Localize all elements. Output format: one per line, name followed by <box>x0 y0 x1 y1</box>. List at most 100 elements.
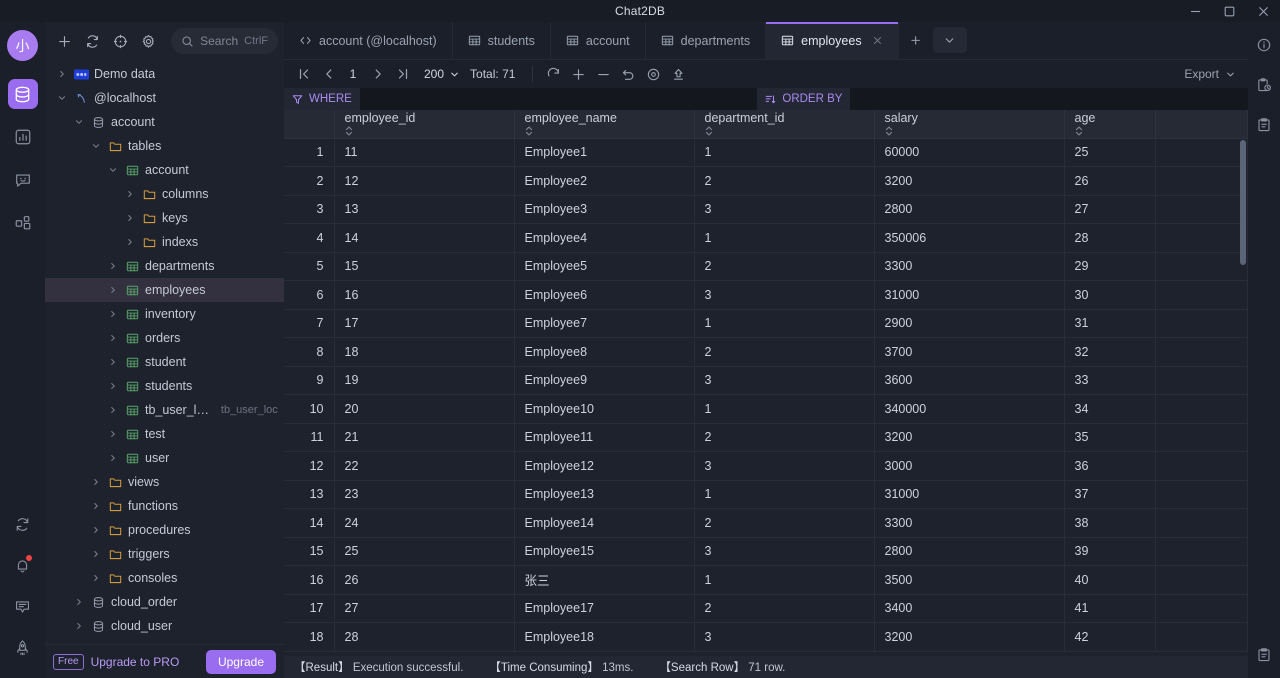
cell-department_id[interactable]: 3 <box>694 537 874 566</box>
chevron-right-icon[interactable] <box>106 357 120 367</box>
cell-salary[interactable]: 2800 <box>874 195 1064 224</box>
chevron-down-icon[interactable] <box>89 141 103 151</box>
cell-age[interactable]: 32 <box>1064 338 1156 367</box>
tree-item-test[interactable]: test <box>45 422 284 446</box>
order-by-input[interactable] <box>850 88 1248 110</box>
chevron-right-icon[interactable] <box>123 237 137 247</box>
cell-age[interactable]: 33 <box>1064 366 1156 395</box>
column-header-department_id[interactable]: department_id <box>694 110 874 138</box>
cell-age[interactable]: 30 <box>1064 281 1156 310</box>
chevron-down-icon[interactable] <box>933 27 967 53</box>
cell-age[interactable]: 36 <box>1064 452 1156 481</box>
chevron-right-icon[interactable] <box>106 381 120 391</box>
cell-age[interactable]: 39 <box>1064 537 1156 566</box>
cell-employee_id[interactable]: 16 <box>334 281 514 310</box>
order-by-button[interactable]: ORDER BY <box>757 88 850 110</box>
tree-item-inventory[interactable]: inventory <box>45 302 284 326</box>
table-row[interactable]: 1222Employee123300036 <box>284 452 1248 481</box>
cell-salary[interactable]: 3400 <box>874 594 1064 623</box>
vertical-scrollbar[interactable] <box>1240 140 1246 265</box>
table-row[interactable]: 111Employee116000025 <box>284 138 1248 167</box>
database-tree[interactable]: Demo data@localhostaccounttablesaccountc… <box>45 60 284 678</box>
next-page-icon[interactable] <box>366 63 389 85</box>
cell-department_id[interactable]: 2 <box>694 338 874 367</box>
chevron-right-icon[interactable] <box>55 69 69 79</box>
page-size-select[interactable]: 200 <box>424 67 460 81</box>
cell-department_id[interactable]: 3 <box>694 195 874 224</box>
cell-employee_id[interactable]: 21 <box>334 423 514 452</box>
tree-item-students[interactable]: students <box>45 374 284 398</box>
cell-employee_name[interactable]: Employee14 <box>514 509 694 538</box>
tree-item-cloud-order[interactable]: cloud_order <box>45 590 284 614</box>
chevron-right-icon[interactable] <box>89 549 103 559</box>
upgrade-link[interactable]: Upgrade to PRO <box>91 655 180 669</box>
cell-age[interactable]: 37 <box>1064 480 1156 509</box>
cell-salary[interactable]: 3000 <box>874 452 1064 481</box>
cell-salary[interactable]: 2900 <box>874 309 1064 338</box>
cell-employee_id[interactable]: 12 <box>334 167 514 196</box>
tab-students[interactable]: students <box>453 22 551 59</box>
chevron-right-icon[interactable] <box>89 501 103 511</box>
cell-employee_id[interactable]: 28 <box>334 623 514 652</box>
cell-employee_id[interactable]: 15 <box>334 252 514 281</box>
sort-toggle-icon[interactable] <box>345 125 504 137</box>
cell-employee_id[interactable]: 27 <box>334 594 514 623</box>
chevron-right-icon[interactable] <box>72 597 86 607</box>
column-header-employee_name[interactable]: employee_name <box>514 110 694 138</box>
cell-employee_name[interactable]: Employee7 <box>514 309 694 338</box>
cell-department_id[interactable]: 1 <box>694 224 874 253</box>
cell-employee_name[interactable]: Employee9 <box>514 366 694 395</box>
cell-employee_id[interactable]: 25 <box>334 537 514 566</box>
search-input[interactable]: Search CtrlF <box>171 28 278 54</box>
cell-age[interactable]: 35 <box>1064 423 1156 452</box>
eye-icon[interactable] <box>642 63 665 85</box>
chevron-right-icon[interactable] <box>106 429 120 439</box>
upload-icon[interactable] <box>667 63 690 85</box>
last-page-icon[interactable] <box>391 63 414 85</box>
table-row[interactable]: 1828Employee183320042 <box>284 623 1248 652</box>
rail-item-notifications[interactable] <box>8 550 38 580</box>
cell-employee_name[interactable]: Employee10 <box>514 395 694 424</box>
rail-item-sync[interactable] <box>8 509 38 539</box>
cell-salary[interactable]: 60000 <box>874 138 1064 167</box>
refresh-icon[interactable] <box>542 63 565 85</box>
cell-employee_id[interactable]: 20 <box>334 395 514 424</box>
undo-icon[interactable] <box>617 63 640 85</box>
rail-item-feedback[interactable] <box>8 591 38 621</box>
cell-age[interactable]: 42 <box>1064 623 1156 652</box>
cell-salary[interactable]: 31000 <box>874 281 1064 310</box>
export-button[interactable]: Export <box>1184 67 1240 81</box>
table-row[interactable]: 818Employee82370032 <box>284 338 1248 367</box>
cell-employee_id[interactable]: 14 <box>334 224 514 253</box>
cell-employee_id[interactable]: 17 <box>334 309 514 338</box>
delete-row-icon[interactable] <box>592 63 615 85</box>
chevron-right-icon[interactable] <box>106 309 120 319</box>
tab-account[interactable]: account <box>551 22 646 59</box>
tree-item-account[interactable]: account <box>45 110 284 134</box>
cell-department_id[interactable]: 2 <box>694 509 874 538</box>
cell-department_id[interactable]: 3 <box>694 452 874 481</box>
cell-department_id[interactable]: 1 <box>694 480 874 509</box>
cell-salary[interactable]: 3300 <box>874 509 1064 538</box>
cell-department_id[interactable]: 2 <box>694 252 874 281</box>
cell-employee_name[interactable]: Employee8 <box>514 338 694 367</box>
column-header-age[interactable]: age <box>1064 110 1156 138</box>
tree-item-orders[interactable]: orders <box>45 326 284 350</box>
cell-employee_id[interactable]: 18 <box>334 338 514 367</box>
tree-item-employees[interactable]: employees <box>45 278 284 302</box>
where-input[interactable] <box>360 88 758 110</box>
chevron-down-icon[interactable] <box>55 93 69 103</box>
chevron-right-icon[interactable] <box>106 333 120 343</box>
cell-salary[interactable]: 2800 <box>874 537 1064 566</box>
cell-employee_name[interactable]: Employee2 <box>514 167 694 196</box>
cell-salary[interactable]: 3200 <box>874 167 1064 196</box>
cell-salary[interactable]: 350006 <box>874 224 1064 253</box>
table-row[interactable]: 515Employee52330029 <box>284 252 1248 281</box>
table-row[interactable]: 1727Employee172340041 <box>284 594 1248 623</box>
cell-employee_id[interactable]: 22 <box>334 452 514 481</box>
cell-department_id[interactable]: 1 <box>694 138 874 167</box>
cell-employee_name[interactable]: Employee11 <box>514 423 694 452</box>
table-row[interactable]: 1525Employee153280039 <box>284 537 1248 566</box>
tree-item-tb-user-local[interactable]: tb_user_localtb_user_local <box>45 398 284 422</box>
cell-age[interactable]: 38 <box>1064 509 1156 538</box>
